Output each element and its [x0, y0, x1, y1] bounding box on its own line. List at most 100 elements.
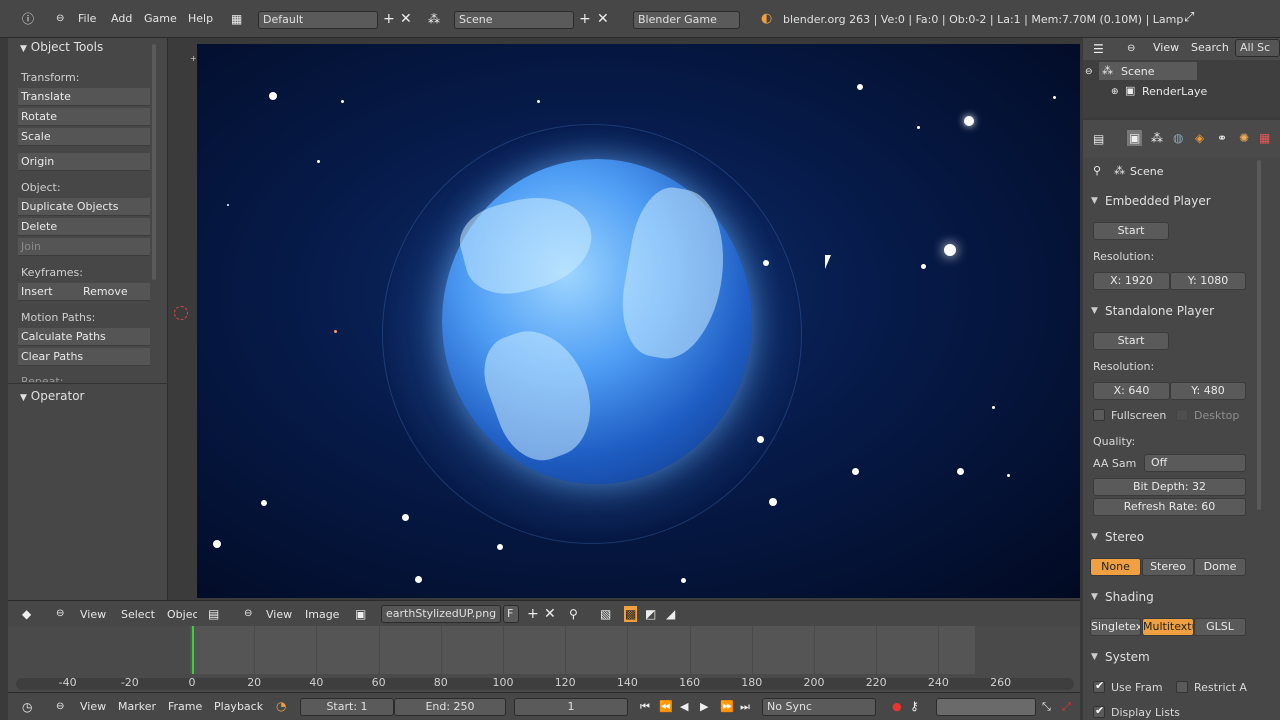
fullscreen-icon[interactable]: ⤢	[1184, 10, 1194, 26]
world-tab-icon[interactable]: ◍	[1173, 130, 1183, 146]
translate-button[interactable]: Translate	[18, 88, 150, 106]
standalone-player-header[interactable]: Standalone Player	[1105, 304, 1214, 318]
panel-collapse-icon[interactable]: ▼	[1091, 196, 1098, 206]
system-header[interactable]: System	[1105, 650, 1150, 664]
timeline-editor-icon[interactable]: ◷	[22, 699, 32, 715]
object-tools-header[interactable]: ▼ Object Tools	[20, 40, 103, 54]
menu-view[interactable]: View	[80, 608, 106, 621]
constraints-tab-icon[interactable]: ⚭	[1217, 130, 1227, 146]
stereo-dome-button[interactable]: Dome	[1194, 558, 1246, 576]
menu-file[interactable]: File	[78, 12, 96, 25]
scene-tab-icon[interactable]: ⁂	[1151, 130, 1163, 146]
timeline-frame-range[interactable]	[190, 626, 975, 674]
texture-tab-icon[interactable]: ▦	[1259, 130, 1270, 146]
menu-game[interactable]: Game	[144, 12, 177, 25]
browse-image-icon[interactable]: ▣	[355, 606, 366, 622]
end-frame-field[interactable]: End: 250	[394, 698, 506, 716]
jump-start-icon[interactable]: ⏮	[640, 699, 650, 715]
collapse-menu-icon[interactable]: ⊖	[56, 699, 64, 715]
properties-scrollbar[interactable]	[1257, 160, 1261, 510]
jump-prev-keyframe-icon[interactable]: ⏪	[659, 699, 673, 715]
embedded-player-header[interactable]: Embedded Player	[1105, 194, 1211, 208]
stereo-stereo-button[interactable]: Stereo	[1142, 558, 1194, 576]
rotate-button[interactable]: Rotate	[18, 108, 150, 126]
restrict-animation-checkbox[interactable]	[1176, 681, 1188, 693]
keying-icon[interactable]: ⚷	[910, 698, 919, 714]
menu-image[interactable]: Image	[305, 608, 339, 621]
screen-layout-field[interactable]: Default	[258, 11, 378, 29]
display-mode-select[interactable]: All Sc	[1235, 39, 1280, 57]
texture-paint-icon[interactable]: ▧	[600, 606, 611, 622]
insert-keyframe-icon[interactable]: ⤡	[1042, 699, 1051, 715]
keying-set-field[interactable]	[936, 698, 1036, 716]
menu-view[interactable]: View	[266, 608, 292, 621]
image-name-field[interactable]: earthStylizedUP.png	[381, 605, 501, 623]
screen-layout-icon[interactable]: ▦	[231, 11, 242, 27]
embedded-start-button[interactable]: Start	[1093, 222, 1169, 240]
collapse-menu-icon[interactable]: ⊖	[56, 11, 64, 27]
fake-user-button[interactable]: F	[503, 605, 519, 623]
timeline[interactable]: -40 -20 0 20 40 60 80 100 120 140 160 180 200 220 240 2…	[8, 626, 1080, 692]
3d-viewport-edge[interactable]: +	[168, 38, 197, 600]
menu-view[interactable]: View	[80, 700, 106, 713]
sample-icon[interactable]: ◢	[666, 606, 675, 622]
3d-view-editor-icon[interactable]: ◆	[22, 606, 31, 622]
remove-scene-icon[interactable]: ✕	[597, 11, 609, 27]
tool-shelf-scrollbar[interactable]	[152, 44, 156, 280]
calculate-paths-button[interactable]: Calculate Paths	[18, 328, 150, 346]
current-frame-field[interactable]: 1	[514, 698, 628, 716]
start-frame-field[interactable]: Start: 1	[300, 698, 394, 716]
collapse-menu-icon[interactable]: ⊖	[244, 606, 252, 622]
refresh-rate-field[interactable]: Refresh Rate: 60	[1093, 498, 1246, 516]
new-image-icon[interactable]: +	[527, 606, 539, 622]
display-lists-checkbox[interactable]	[1093, 704, 1105, 718]
fullscreen-checkbox[interactable]	[1093, 409, 1105, 421]
shading-multitexture-button[interactable]: Multitextu	[1142, 618, 1194, 636]
desktop-checkbox[interactable]	[1176, 409, 1188, 421]
image-editor-icon[interactable]: ▤	[208, 606, 219, 622]
panel-collapse-icon[interactable]: ▼	[1091, 532, 1098, 542]
unlink-image-icon[interactable]: ✕	[544, 606, 556, 622]
properties-editor-icon[interactable]: ▤	[1093, 131, 1104, 147]
delete-button[interactable]: Delete	[18, 218, 150, 236]
collapse-menu-icon[interactable]: ⊖	[56, 606, 64, 622]
insert-keyframe-button[interactable]: Insert	[18, 283, 80, 301]
outliner-editor-icon[interactable]: ☰	[1093, 41, 1104, 57]
play-icon[interactable]: ▶	[700, 699, 708, 715]
render-engine-select[interactable]: Blender Game	[633, 11, 740, 29]
stereo-header[interactable]: Stereo	[1105, 530, 1144, 544]
image-editor-viewport[interactable]	[197, 44, 1080, 598]
pin-icon[interactable]: ⚲	[569, 606, 578, 622]
menu-help[interactable]: Help	[188, 12, 213, 25]
standalone-start-button[interactable]: Start	[1093, 332, 1169, 350]
add-layout-icon[interactable]: +	[383, 11, 395, 27]
expand-icon[interactable]: ⊕	[1111, 84, 1119, 100]
delete-keyframe-icon[interactable]: ⤢	[1062, 699, 1071, 715]
operator-header[interactable]: ▼ Operator	[20, 389, 84, 403]
jump-end-icon[interactable]: ⏭	[740, 699, 750, 715]
scene-field[interactable]: Scene	[454, 11, 574, 29]
pin-icon[interactable]: ⚲	[1093, 163, 1101, 179]
expand-icon[interactable]: ⊖	[1085, 64, 1093, 80]
use-frame-rate-checkbox[interactable]	[1093, 679, 1105, 693]
duplicate-objects-button[interactable]: Duplicate Objects	[18, 198, 150, 216]
outliner-row-scene[interactable]: ⊖ ⁂ Scene	[1085, 62, 1197, 80]
data-tab-icon[interactable]: ✺	[1239, 130, 1249, 146]
remove-layout-icon[interactable]: ✕	[400, 11, 412, 27]
alpha-icon[interactable]: ◩	[645, 606, 656, 622]
collapse-menu-icon[interactable]: ⊖	[1127, 41, 1135, 57]
alpha-checker-icon[interactable]: ▩	[624, 606, 638, 622]
standalone-res-x-field[interactable]: X: 640	[1093, 382, 1170, 400]
scene-icon[interactable]: ⁂	[428, 11, 440, 27]
menu-playback[interactable]: Playback	[214, 700, 263, 713]
origin-button[interactable]: Origin	[18, 153, 150, 171]
menu-view[interactable]: View	[1153, 41, 1179, 54]
shading-glsl-button[interactable]: GLSL	[1194, 618, 1246, 636]
jump-next-keyframe-icon[interactable]: ⏩	[720, 699, 734, 715]
play-reverse-icon[interactable]: ◀	[680, 699, 688, 715]
panel-collapse-icon[interactable]: ▼	[1091, 652, 1098, 662]
embedded-res-y-field[interactable]: Y: 1080	[1170, 272, 1246, 290]
outliner-row-renderlayers[interactable]: ⊕ ▣ RenderLaye	[1111, 82, 1271, 100]
menu-marker[interactable]: Marker	[118, 700, 156, 713]
join-button[interactable]: Join	[18, 238, 150, 256]
